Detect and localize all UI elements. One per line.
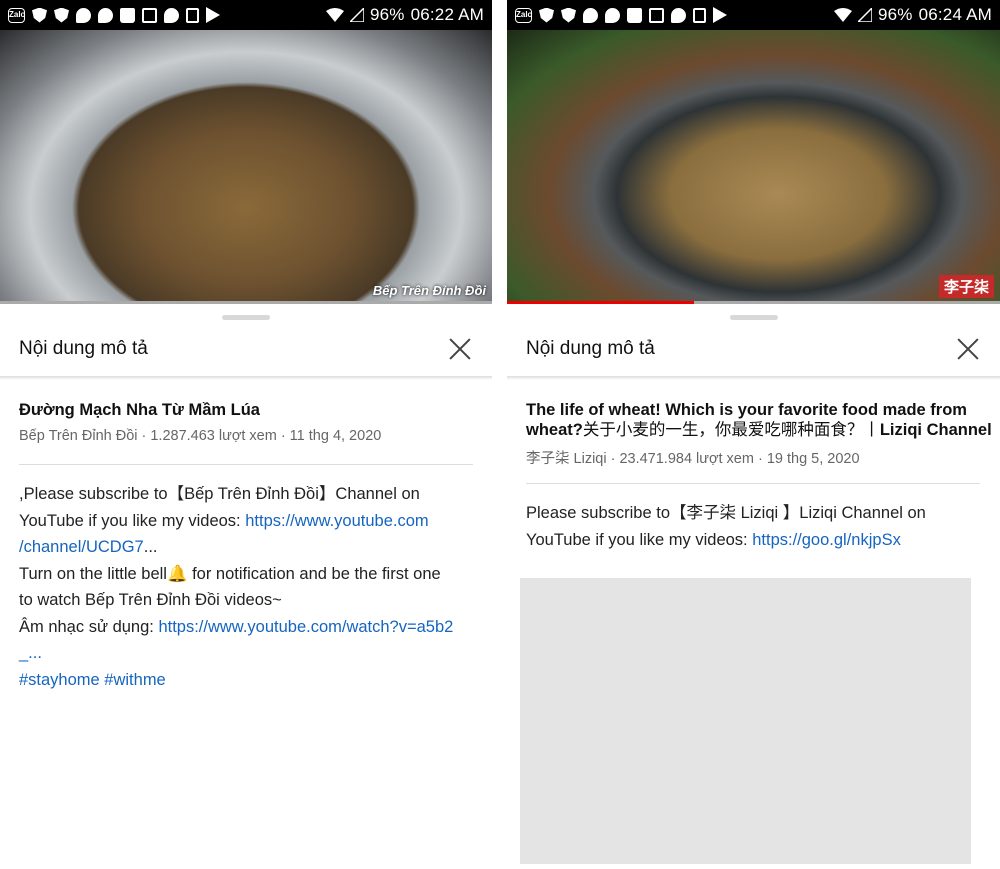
- battery-level: 96%: [877, 5, 913, 24]
- video-player[interactable]: 李子柒: [507, 30, 1000, 304]
- notification-icons: Zalo: [515, 7, 834, 23]
- status-bar: Zalo 96% 06:22 AM: [0, 0, 492, 30]
- shield-icon: [539, 7, 554, 23]
- drag-handle[interactable]: [222, 315, 270, 320]
- video-player[interactable]: Bếp Trên Đỉnh Đồi: [0, 30, 492, 304]
- messenger-icon: [164, 7, 179, 23]
- description-line: Please subscribe to【李子柒 Liziqi 】Liziqi C…: [526, 504, 926, 522]
- music-link-continued[interactable]: _...: [19, 644, 42, 662]
- drag-handle[interactable]: [729, 315, 778, 320]
- video-watermark: Bếp Trên Đỉnh Đồi: [372, 283, 486, 298]
- play-store-icon: [206, 7, 220, 23]
- signal-icon: [857, 8, 872, 22]
- messenger-icon: [98, 7, 113, 23]
- video-meta: 李子柒 Liziqi · 23.471.984 lượt xem · 19 th…: [526, 451, 860, 467]
- description-line: to watch Bếp Trên Đỉnh Đồi videos~: [19, 591, 282, 609]
- close-icon[interactable]: [956, 337, 980, 361]
- header-divider: [507, 376, 1000, 380]
- header-divider: [0, 376, 492, 380]
- zalo-icon: Zalo: [515, 7, 532, 23]
- notification-icons: Zalo: [8, 7, 326, 23]
- music-link[interactable]: https://www.youtube.com/watch?v=a5b2: [158, 618, 453, 636]
- channel-link[interactable]: https://goo.gl/nkjpSx: [752, 531, 901, 549]
- status-bar: Zalo 96% 06:24 AM: [507, 0, 1000, 30]
- video-watermark: 李子柒: [938, 275, 994, 298]
- video-title: The life of wheat! Which is your favorit…: [526, 400, 992, 440]
- wifi-icon: [325, 8, 344, 22]
- messenger-icon: [605, 7, 620, 23]
- image-icon: [649, 7, 664, 23]
- panel-title: Nội dung mô tả: [19, 338, 148, 359]
- shield-icon: [32, 7, 47, 23]
- zalo-icon: Zalo: [8, 7, 25, 23]
- document-icon: [693, 7, 706, 23]
- wifi-icon: [833, 8, 852, 22]
- description-text: YouTube if you like my videos:: [19, 511, 246, 530]
- video-title-part: 关于小麦的一生，你最爱吃哪种面食？丨: [582, 421, 880, 439]
- description-line: _...: [19, 640, 474, 667]
- shopping-bag-icon: [627, 7, 642, 23]
- clock: 06:22 AM: [410, 5, 484, 24]
- description-line: YouTube if you like my videos: https://w…: [19, 508, 474, 535]
- messenger-icon: [76, 7, 91, 23]
- document-icon: [186, 7, 199, 23]
- messenger-icon: [583, 7, 598, 23]
- divider: [19, 464, 473, 465]
- messenger-icon: [671, 7, 686, 23]
- video-title-line: wheat?关于小麦的一生，你最爱吃哪种面食？丨Liziqi Channel: [526, 420, 992, 440]
- video-title-part: Liziqi Channel: [879, 421, 992, 439]
- shopping-bag-icon: [120, 7, 135, 23]
- close-icon[interactable]: [448, 337, 472, 361]
- video-description: Please subscribe to【李子柒 Liziqi 】Liziqi C…: [526, 500, 982, 553]
- description-line: ,Please subscribe to【Bếp Trên Đỉnh Đồi】C…: [19, 485, 420, 503]
- play-store-icon: [713, 7, 727, 23]
- divider: [526, 483, 980, 484]
- description-text: Âm nhạc sử dụng:: [19, 617, 159, 636]
- video-meta: Bếp Trên Đỉnh Đồi · 1.287.463 lượt xem ·…: [19, 428, 382, 444]
- description-panel: Nội dung mô tả Đường Mạch Nha Từ Mầm Lúa…: [0, 304, 492, 869]
- panel-title: Nội dung mô tả: [526, 338, 655, 359]
- description-text: ...: [143, 538, 158, 556]
- image-icon: [142, 7, 157, 23]
- description-text: YouTube if you like my videos:: [526, 530, 753, 549]
- channel-link-continued[interactable]: /channel/UCDG7: [19, 538, 144, 556]
- video-title-part: wheat?: [526, 421, 583, 439]
- hashtag-links[interactable]: #stayhome #withme: [19, 671, 166, 689]
- video-title: Đường Mạch Nha Từ Mầm Lúa: [19, 401, 260, 419]
- video-title-line: The life of wheat! Which is your favorit…: [526, 401, 967, 419]
- shield-icon: [54, 7, 69, 23]
- embedded-content-placeholder: [520, 578, 971, 864]
- shield-icon: [561, 7, 576, 23]
- phone-screen-right: Zalo 96% 06:24 AM 李子柒 Nội dung mô tả The…: [507, 0, 1000, 869]
- description-line: YouTube if you like my videos: https://g…: [526, 527, 982, 554]
- description-line: Turn on the little bell🔔 for notificatio…: [19, 564, 441, 583]
- video-description: ,Please subscribe to【Bếp Trên Đỉnh Đồi】C…: [19, 481, 474, 693]
- description-line: /channel/UCDG7...: [19, 534, 474, 561]
- channel-link[interactable]: https://www.youtube.com: [245, 512, 428, 530]
- clock: 06:24 AM: [918, 5, 992, 24]
- phone-screen-left: Zalo 96% 06:22 AM Bếp Trên Đỉnh Đồi Nội …: [0, 0, 492, 869]
- description-panel: Nội dung mô tả The life of wheat! Which …: [507, 304, 1000, 869]
- description-line: #stayhome #withme: [19, 667, 474, 694]
- description-line: Âm nhạc sử dụng: https://www.youtube.com…: [19, 614, 474, 641]
- signal-icon: [349, 8, 364, 22]
- battery-level: 96%: [369, 5, 405, 24]
